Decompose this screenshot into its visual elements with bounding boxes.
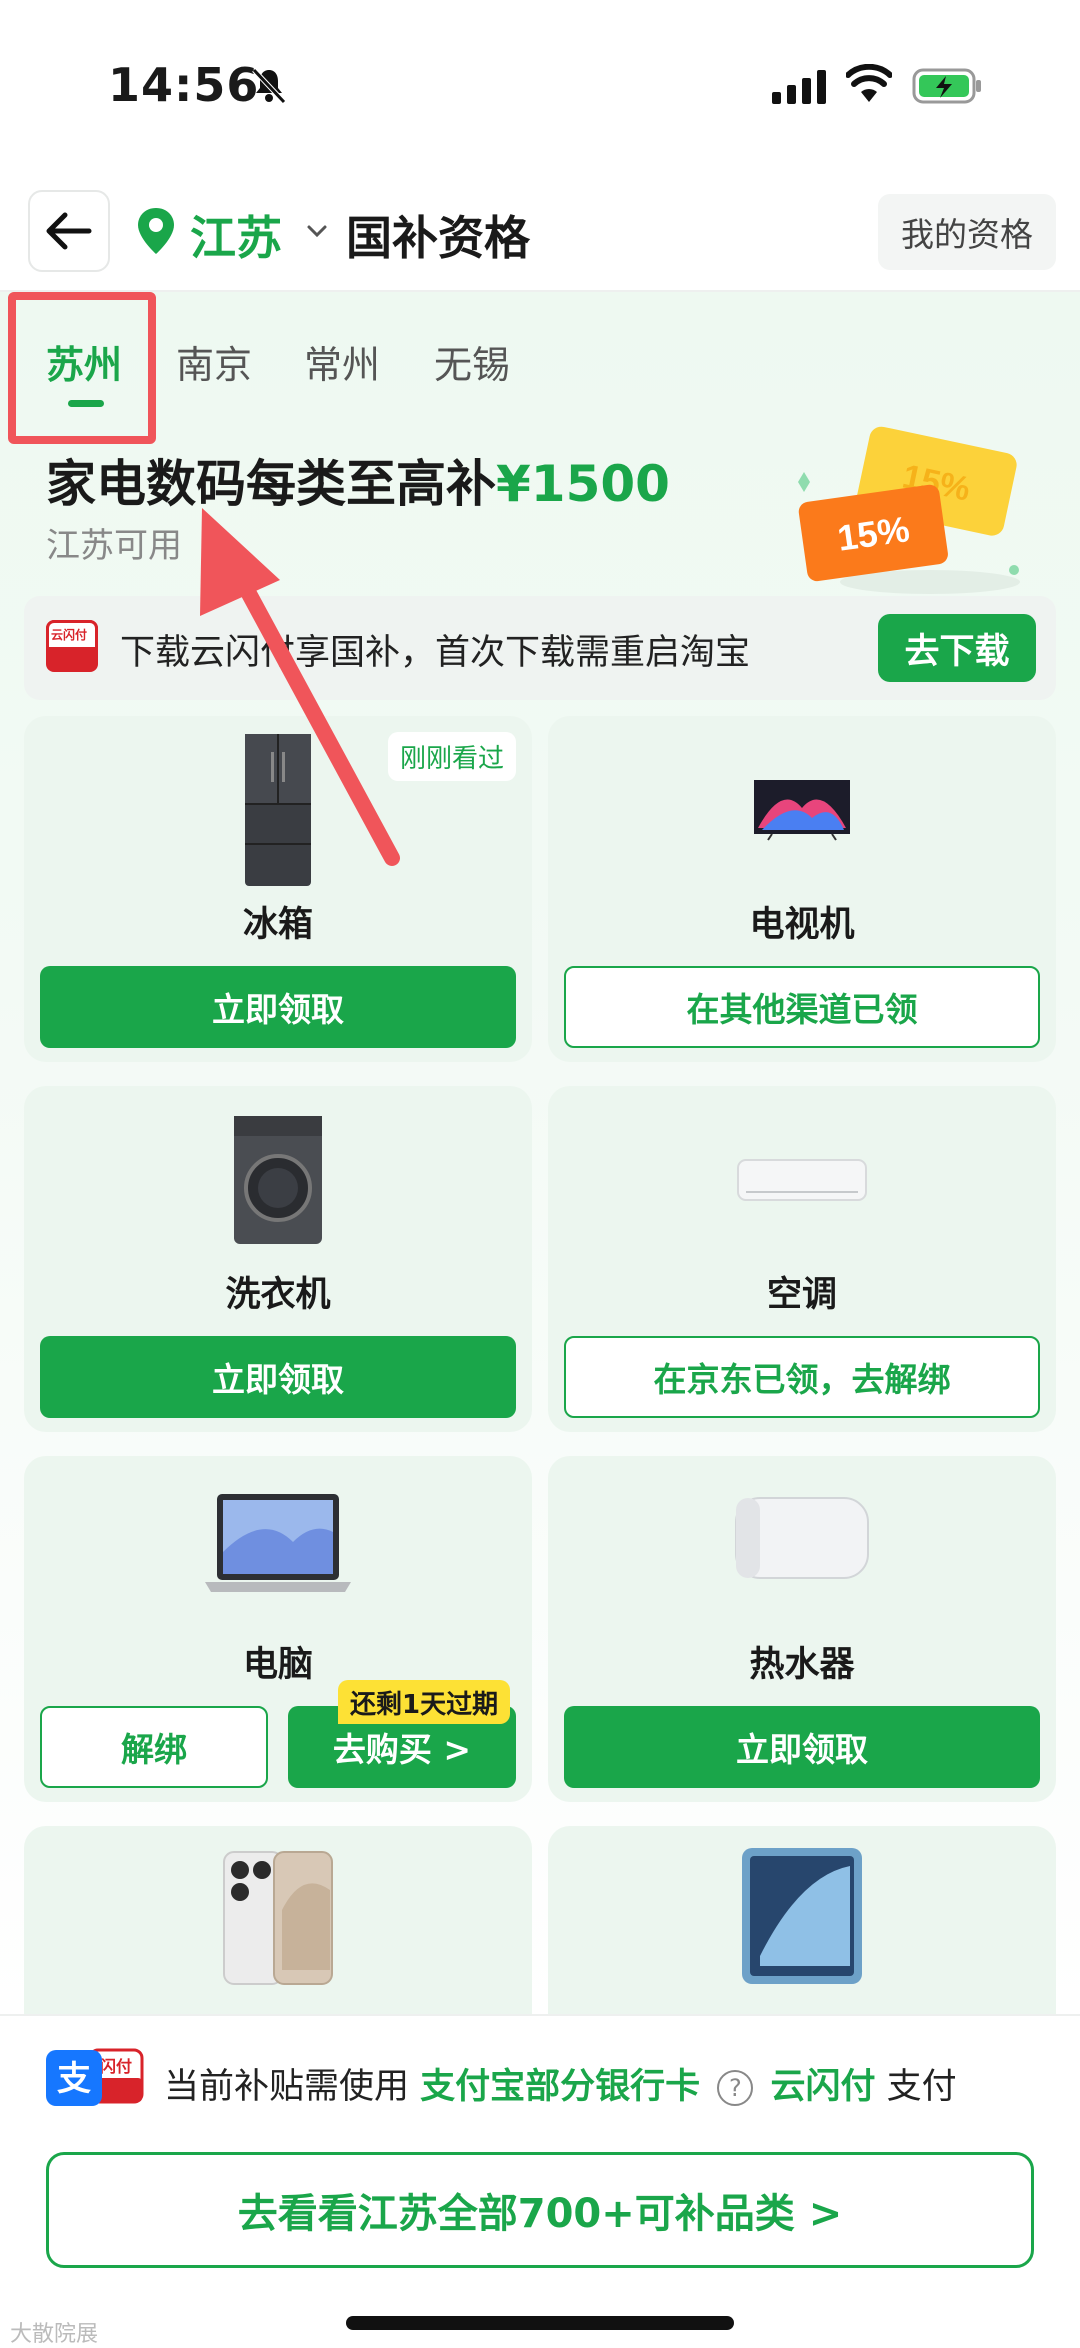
fridge-image (245, 734, 311, 886)
location-pin-icon[interactable] (134, 206, 178, 256)
product-card-washer[interactable]: 洗衣机 立即领取 (24, 1086, 532, 1432)
alipay-logo-text: 支 (57, 2059, 91, 2099)
payment-method-unionpay[interactable]: 云闪付 (770, 2067, 875, 2107)
unbind-jd-button[interactable]: 在京东已领，去解绑 (564, 1336, 1040, 1418)
tab-changzhou[interactable]: 常州 (304, 334, 380, 389)
promo-title: 家电数码每类至高补¥1500 (46, 444, 670, 516)
annotation-highlight-box (8, 292, 156, 444)
product-name: 空调 (766, 1275, 837, 1315)
product-name: 热水器 (749, 1645, 855, 1685)
alipay-unionpay-logo-icon: 闪付 支 (46, 2048, 144, 2106)
claimed-elsewhere-button[interactable]: 在其他渠道已领 (564, 966, 1040, 1048)
province-selector[interactable]: 江苏 (190, 202, 282, 268)
claim-button[interactable]: 立即领取 (564, 1706, 1040, 1788)
product-name: 洗衣机 (225, 1275, 331, 1315)
status-bar: 14:56 (0, 0, 1080, 150)
promo-title-text: 家电数码每类至高补 (46, 455, 496, 513)
product-card-laptop[interactable]: 电脑 解绑 去购买 > 还剩1天过期 (24, 1456, 532, 1802)
home-indicator[interactable] (346, 2316, 734, 2330)
tablet-image (742, 1848, 862, 1984)
watermark: 大散院展 (10, 2322, 99, 2347)
payment-method-alipay[interactable]: 支付宝部分银行卡 (420, 2067, 700, 2107)
download-banner-text: 下载云闪付享国补，首次下载需重启淘宝 (120, 633, 751, 673)
laptop-image (205, 1494, 351, 1592)
product-card-water-heater[interactable]: 热水器 立即领取 (548, 1456, 1056, 1802)
arrow-left-icon (46, 212, 92, 250)
payment-suffix: 支付 (886, 2067, 957, 2107)
unionpay-logo-text: 闪付 (100, 2057, 132, 2076)
chevron-down-icon[interactable] (304, 218, 330, 244)
download-unionpay-banner: 云闪付 下载云闪付享国补，首次下载需重启淘宝 去下载 (24, 596, 1056, 700)
recently-viewed-tag: 刚刚看过 (387, 732, 516, 781)
claim-button[interactable]: 立即领取 (40, 966, 516, 1048)
product-name: 冰箱 (242, 905, 313, 945)
my-qualifications-button[interactable]: 我的资格 (878, 194, 1056, 270)
page-title: 国补资格 (346, 211, 530, 265)
unionpay-logo-text: 云闪付 (51, 628, 88, 642)
water-heater-image (735, 1497, 869, 1579)
header: 江苏 国补资格 我的资格 (0, 180, 1080, 292)
status-time: 14:56 (108, 58, 260, 112)
view-all-categories-button[interactable]: 去看看江苏全部700+可补品类 > (46, 2152, 1034, 2268)
tab-wuxi[interactable]: 无锡 (434, 334, 510, 389)
claim-button[interactable]: 立即领取 (40, 1336, 516, 1418)
cellular-signal-icon (772, 70, 826, 104)
phone-image (223, 1851, 333, 1985)
bell-muted-icon (252, 68, 286, 104)
city-tabs: 苏州 南京 常州 无锡 (0, 300, 1080, 420)
back-button[interactable] (28, 190, 110, 272)
promo-subtitle: 江苏可用 (46, 526, 182, 566)
promo-amount: ¥1500 (496, 455, 670, 513)
payment-footer: 闪付 支 当前补贴需使用 支付宝部分银行卡 ? 云闪付 支付 去看看江苏全部70… (0, 2014, 1080, 2348)
wifi-icon (846, 64, 892, 102)
expiry-badge: 还剩1天过期 (338, 1680, 511, 1724)
help-icon[interactable]: ? (717, 2070, 754, 2106)
tv-image (754, 780, 850, 841)
product-card-ac[interactable]: 空调 在京东已领，去解绑 (548, 1086, 1056, 1432)
ac-image (737, 1159, 867, 1201)
tab-nanjing[interactable]: 南京 (176, 334, 252, 389)
battery-charging-icon (912, 68, 981, 104)
product-card-tv[interactable]: 电视机 在其他渠道已领 (548, 716, 1056, 1062)
unbind-button[interactable]: 解绑 (40, 1706, 268, 1788)
payment-notice: 当前补贴需使用 支付宝部分银行卡 ? 云闪付 支付 (164, 2058, 957, 2109)
download-button[interactable]: 去下载 (878, 614, 1036, 682)
unionpay-logo-icon: 云闪付 (46, 620, 98, 672)
washer-image (234, 1116, 322, 1244)
product-card-fridge[interactable]: 刚刚看过 冰箱 立即领取 (24, 716, 532, 1062)
payment-prefix: 当前补贴需使用 (164, 2067, 410, 2107)
product-name: 电视机 (749, 905, 855, 945)
coupon-illustration: 15% 15% (798, 426, 1020, 594)
